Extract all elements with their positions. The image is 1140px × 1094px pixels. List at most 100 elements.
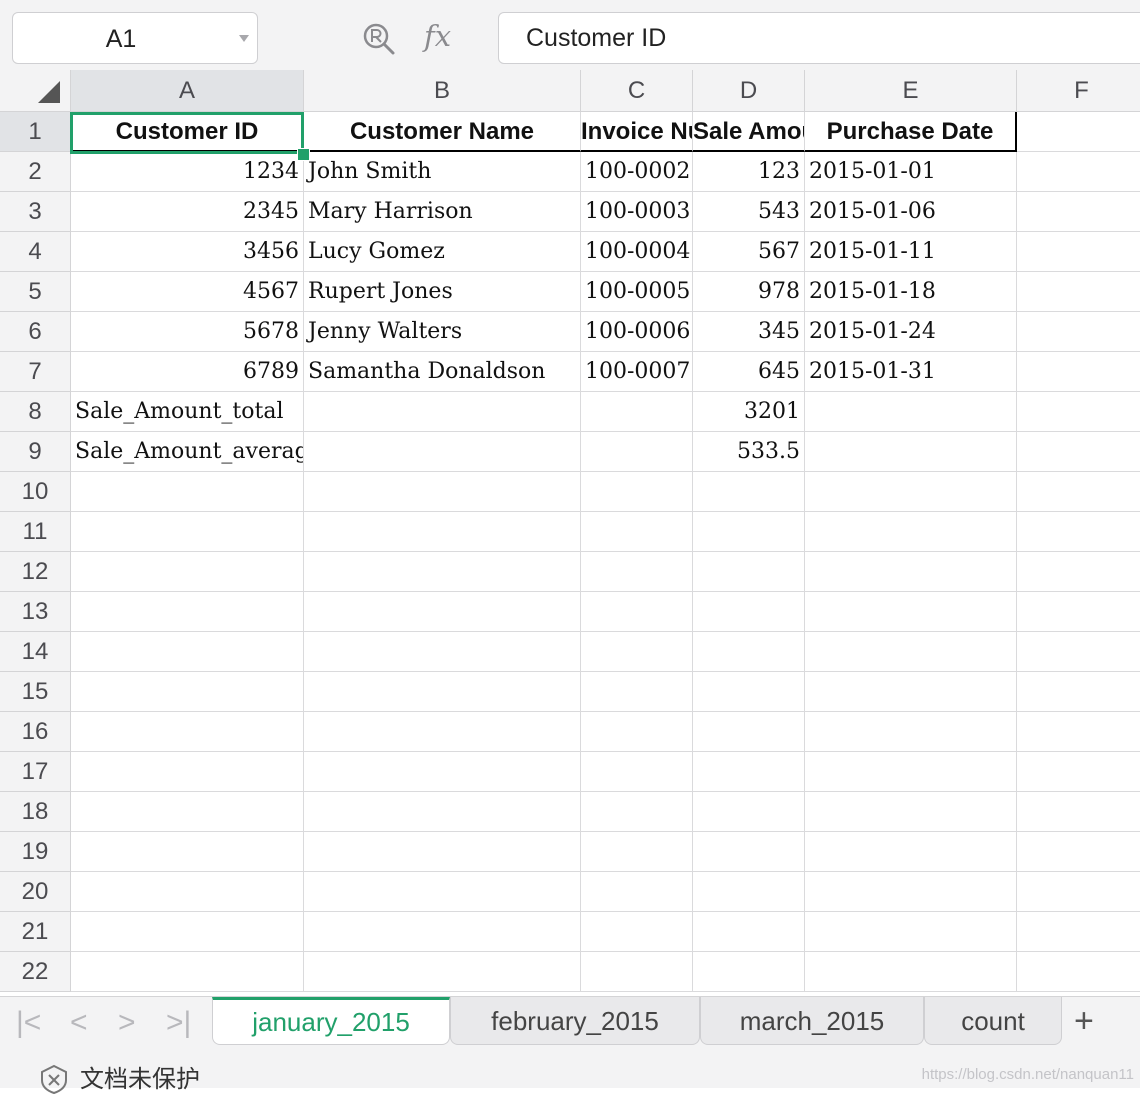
cell-b10[interactable] (304, 472, 581, 512)
cell-b7[interactable]: Samantha Donaldson (304, 352, 581, 392)
column-header-b[interactable]: B (304, 70, 581, 112)
cell-e3[interactable]: 2015-01-06 (805, 192, 1017, 232)
cell-d15[interactable] (693, 672, 805, 712)
cell-c10[interactable] (581, 472, 693, 512)
zoom-formula-icon[interactable] (362, 22, 396, 56)
row-header-19[interactable]: 19 (0, 832, 71, 872)
select-all-corner[interactable] (0, 70, 71, 112)
dropdown-caret-icon[interactable] (239, 35, 249, 42)
cell-f22[interactable] (1017, 952, 1140, 992)
cell-d7[interactable]: 645 (693, 352, 805, 392)
cell-f13[interactable] (1017, 592, 1140, 632)
formula-input[interactable]: Customer ID (498, 12, 1140, 64)
cell-c18[interactable] (581, 792, 693, 832)
cell-e4[interactable]: 2015-01-11 (805, 232, 1017, 272)
cell-f9[interactable] (1017, 432, 1140, 472)
cell-f12[interactable] (1017, 552, 1140, 592)
cell-c7[interactable]: 100-0007 (581, 352, 693, 392)
row-header-17[interactable]: 17 (0, 752, 71, 792)
cell-e20[interactable] (805, 872, 1017, 912)
cell-f21[interactable] (1017, 912, 1140, 952)
row-header-20[interactable]: 20 (0, 872, 71, 912)
cell-d22[interactable] (693, 952, 805, 992)
cell-e1[interactable]: Purchase Date (805, 112, 1017, 152)
fx-icon[interactable]: fx (424, 16, 451, 56)
fill-handle[interactable] (297, 148, 310, 161)
cell-d4[interactable]: 567 (693, 232, 805, 272)
cell-f16[interactable] (1017, 712, 1140, 752)
cell-f14[interactable] (1017, 632, 1140, 672)
row-header-7[interactable]: 7 (0, 352, 71, 392)
cell-a11[interactable] (71, 512, 304, 552)
row-header-11[interactable]: 11 (0, 512, 71, 552)
cell-b14[interactable] (304, 632, 581, 672)
cell-c15[interactable] (581, 672, 693, 712)
cell-f3[interactable] (1017, 192, 1140, 232)
cell-d5[interactable]: 978 (693, 272, 805, 312)
cell-d20[interactable] (693, 872, 805, 912)
row-header-16[interactable]: 16 (0, 712, 71, 752)
cell-c22[interactable] (581, 952, 693, 992)
column-header-c[interactable]: C (581, 70, 693, 112)
cell-c12[interactable] (581, 552, 693, 592)
cell-b13[interactable] (304, 592, 581, 632)
cell-b21[interactable] (304, 912, 581, 952)
cell-c16[interactable] (581, 712, 693, 752)
row-header-9[interactable]: 9 (0, 432, 71, 472)
cell-a21[interactable] (71, 912, 304, 952)
cell-e15[interactable] (805, 672, 1017, 712)
column-header-f[interactable]: F (1017, 70, 1140, 112)
cell-d21[interactable] (693, 912, 805, 952)
cell-d1[interactable]: Sale Amount (693, 112, 805, 152)
cell-e8[interactable] (805, 392, 1017, 432)
cell-d17[interactable] (693, 752, 805, 792)
cell-e9[interactable] (805, 432, 1017, 472)
cell-f8[interactable] (1017, 392, 1140, 432)
cell-c4[interactable]: 100-0004 (581, 232, 693, 272)
cell-b1[interactable]: Customer Name (304, 112, 581, 152)
cell-a22[interactable] (71, 952, 304, 992)
row-header-2[interactable]: 2 (0, 152, 71, 192)
cell-e17[interactable] (805, 752, 1017, 792)
cell-a17[interactable] (71, 752, 304, 792)
prev-sheet-icon[interactable]: < (70, 1003, 88, 1043)
cell-a14[interactable] (71, 632, 304, 672)
cell-c17[interactable] (581, 752, 693, 792)
row-header-1[interactable]: 1 (0, 112, 71, 152)
cell-e19[interactable] (805, 832, 1017, 872)
row-header-3[interactable]: 3 (0, 192, 71, 232)
cell-c9[interactable] (581, 432, 693, 472)
cell-d3[interactable]: 543 (693, 192, 805, 232)
cell-b4[interactable]: Lucy Gomez (304, 232, 581, 272)
cell-c2[interactable]: 100-0002 (581, 152, 693, 192)
cell-a4[interactable]: 3456 (71, 232, 304, 272)
cell-a13[interactable] (71, 592, 304, 632)
cell-c21[interactable] (581, 912, 693, 952)
cell-c20[interactable] (581, 872, 693, 912)
cell-d14[interactable] (693, 632, 805, 672)
cell-b6[interactable]: Jenny Walters (304, 312, 581, 352)
cell-f5[interactable] (1017, 272, 1140, 312)
cell-c1[interactable]: Invoice Number (581, 112, 693, 152)
row-header-15[interactable]: 15 (0, 672, 71, 712)
next-sheet-icon[interactable]: > (118, 1003, 136, 1043)
cell-d16[interactable] (693, 712, 805, 752)
cell-f18[interactable] (1017, 792, 1140, 832)
tab-count[interactable]: count (924, 997, 1062, 1045)
cell-e13[interactable] (805, 592, 1017, 632)
cell-f20[interactable] (1017, 872, 1140, 912)
cell-b12[interactable] (304, 552, 581, 592)
cell-f17[interactable] (1017, 752, 1140, 792)
cell-a6[interactable]: 5678 (71, 312, 304, 352)
cell-a10[interactable] (71, 472, 304, 512)
cell-a1[interactable]: Customer ID (71, 112, 304, 152)
cell-b22[interactable] (304, 952, 581, 992)
first-sheet-icon[interactable]: |< (16, 1003, 41, 1043)
row-header-22[interactable]: 22 (0, 952, 71, 992)
cell-f2[interactable] (1017, 152, 1140, 192)
row-header-10[interactable]: 10 (0, 472, 71, 512)
cell-f19[interactable] (1017, 832, 1140, 872)
cell-d10[interactable] (693, 472, 805, 512)
row-header-14[interactable]: 14 (0, 632, 71, 672)
cell-e2[interactable]: 2015-01-01 (805, 152, 1017, 192)
